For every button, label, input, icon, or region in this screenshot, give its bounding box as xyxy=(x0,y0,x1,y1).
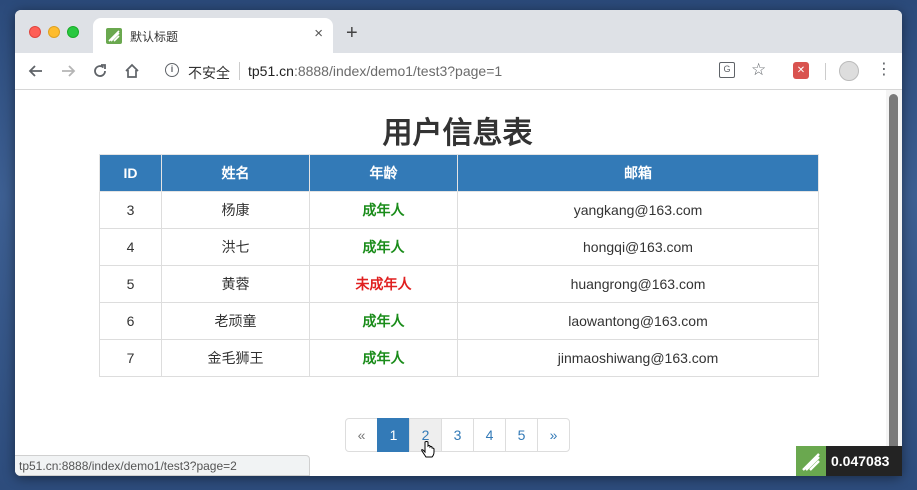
page-title: 用户信息表 xyxy=(382,117,533,150)
menu-icon[interactable]: ⋮ xyxy=(876,61,892,79)
active-tab[interactable]: 默认标题 × xyxy=(93,18,333,53)
cell-name: 黄蓉 xyxy=(161,265,310,303)
cell-age: 未成年人 xyxy=(309,265,458,303)
cell-email: hongqi@163.com xyxy=(457,228,819,266)
cell-email: laowantong@163.com xyxy=(457,302,819,340)
cell-name: 老顽童 xyxy=(161,302,310,340)
cell-age: 成年人 xyxy=(309,228,458,266)
url-separator xyxy=(239,62,240,80)
cell-age: 成年人 xyxy=(309,191,458,229)
header-id: ID xyxy=(99,154,162,192)
avatar[interactable] xyxy=(839,61,859,81)
pagination-prev[interactable]: « xyxy=(345,418,378,452)
url-host: tp51.cn xyxy=(248,63,294,79)
status-bar-url: tp51.cn:8888/index/demo1/test3?page=2 xyxy=(15,455,310,476)
cell-name: 杨康 xyxy=(161,191,310,229)
page-viewport: 用户信息表 ID 姓名 年龄 邮箱 3 杨康 成年人 yangkang@163.… xyxy=(15,90,902,476)
toolbar-separator xyxy=(825,63,826,80)
pagination-page-3[interactable]: 3 xyxy=(441,418,474,452)
tab-title: 默认标题 xyxy=(130,30,179,44)
cell-age: 成年人 xyxy=(309,339,458,377)
url-field[interactable]: tp51.cn:8888/index/demo1/test3?page=1 xyxy=(248,63,502,79)
maximize-window-button[interactable] xyxy=(67,26,79,38)
header-age: 年龄 xyxy=(309,154,458,192)
pagination-page-5[interactable]: 5 xyxy=(505,418,538,452)
cell-email: jinmaoshiwang@163.com xyxy=(457,339,819,377)
table-row: 5 黄蓉 未成年人 huangrong@163.com xyxy=(99,265,819,303)
hand-cursor-icon xyxy=(420,441,436,466)
browser-window: 默认标题 × + i 不安全 tp51.cn:8888/index/demo1/… xyxy=(15,10,902,476)
minimize-window-button[interactable] xyxy=(48,26,60,38)
close-window-button[interactable] xyxy=(29,26,41,38)
favicon-icon xyxy=(106,28,122,44)
address-toolbar: i 不安全 tp51.cn:8888/index/demo1/test3?pag… xyxy=(15,53,902,90)
cell-name: 金毛狮王 xyxy=(161,339,310,377)
translate-icon[interactable]: G xyxy=(719,62,735,78)
header-email: 邮箱 xyxy=(457,154,819,192)
cell-id: 3 xyxy=(99,191,162,229)
pagination-page-4[interactable]: 4 xyxy=(473,418,506,452)
reload-icon[interactable] xyxy=(91,62,109,80)
thinkphp-logo-icon xyxy=(796,446,826,476)
info-icon[interactable]: i xyxy=(165,63,179,77)
new-tab-button[interactable]: + xyxy=(346,23,358,43)
cell-name: 洪七 xyxy=(161,228,310,266)
cell-id: 4 xyxy=(99,228,162,266)
table-row: 3 杨康 成年人 yangkang@163.com xyxy=(99,191,819,229)
table-header-row: ID 姓名 年龄 邮箱 xyxy=(99,154,819,192)
header-name: 姓名 xyxy=(161,154,310,192)
forward-arrow-icon[interactable] xyxy=(59,62,77,80)
user-table: ID 姓名 年龄 邮箱 3 杨康 成年人 yangkang@163.com 4 … xyxy=(99,154,819,377)
table-row: 6 老顽童 成年人 laowantong@163.com xyxy=(99,302,819,340)
cell-id: 7 xyxy=(99,339,162,377)
tab-close-icon[interactable]: × xyxy=(314,25,323,42)
cell-id: 5 xyxy=(99,265,162,303)
pagination-page-1[interactable]: 1 xyxy=(377,418,410,452)
scrollbar-thumb[interactable] xyxy=(889,94,898,469)
table-row: 4 洪七 成年人 hongqi@163.com xyxy=(99,228,819,266)
pagination: « 1 2 3 4 5 » xyxy=(345,418,570,452)
cell-email: huangrong@163.com xyxy=(457,265,819,303)
table-row: 7 金毛狮王 成年人 jinmaoshiwang@163.com xyxy=(99,339,819,377)
home-icon[interactable] xyxy=(123,62,141,80)
debug-runtime: 0.047083 xyxy=(826,446,902,476)
tab-bar: 默认标题 × + xyxy=(15,10,902,53)
cell-id: 6 xyxy=(99,302,162,340)
extension-icon[interactable]: ✕ xyxy=(793,62,809,79)
star-icon[interactable]: ☆ xyxy=(751,60,766,80)
url-path: :8888/index/demo1/test3?page=1 xyxy=(293,63,503,79)
debug-badge[interactable]: 0.047083 xyxy=(796,446,902,476)
back-arrow-icon[interactable] xyxy=(27,62,45,80)
pagination-next[interactable]: » xyxy=(537,418,570,452)
cell-age: 成年人 xyxy=(309,302,458,340)
cell-email: yangkang@163.com xyxy=(457,191,819,229)
security-label[interactable]: 不安全 xyxy=(188,63,230,83)
